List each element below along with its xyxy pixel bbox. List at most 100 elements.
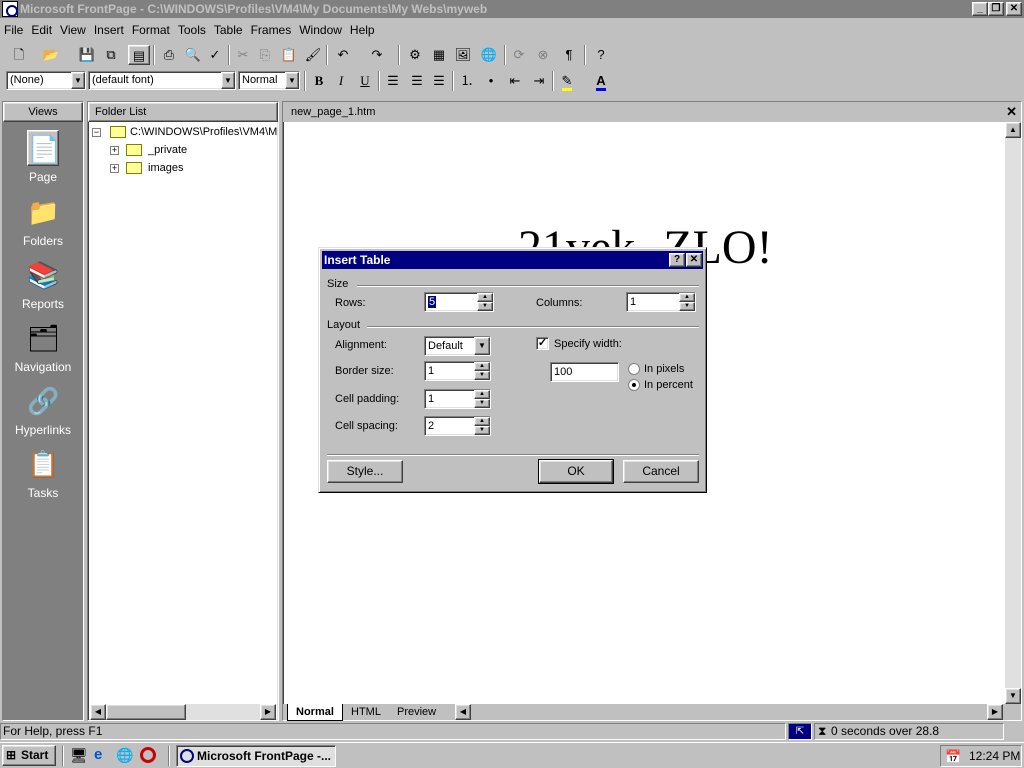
numbered-list-icon[interactable]: ⒈: [456, 71, 478, 91]
padding-spinner[interactable]: ▲ ▼: [474, 390, 490, 408]
spin-down-icon[interactable]: ▼: [679, 302, 695, 311]
font-color-icon[interactable]: A: [590, 71, 612, 91]
menu-help[interactable]: Help: [346, 20, 379, 41]
scroll-right-icon[interactable]: ▶: [987, 704, 1003, 720]
increase-indent-icon[interactable]: ⇥: [528, 71, 550, 91]
menu-format[interactable]: Format: [128, 20, 174, 41]
internet-explorer-icon[interactable]: e: [94, 746, 102, 763]
cell-spacing-input[interactable]: 2 ▲ ▼: [424, 416, 491, 436]
insert-table-icon[interactable]: ▦: [428, 45, 450, 65]
publish-icon[interactable]: ⧉: [100, 45, 122, 65]
scroll-right-icon[interactable]: ▶: [260, 704, 276, 720]
scroll-up-icon[interactable]: ▲: [1005, 122, 1021, 138]
insert-picture-icon[interactable]: 🖼: [452, 45, 474, 65]
view-tasks[interactable]: 📋 Tasks: [3, 446, 83, 506]
border-size-input[interactable]: 1 ▲ ▼: [424, 361, 491, 381]
view-page[interactable]: 📄 Page: [3, 130, 83, 190]
width-input[interactable]: 100: [550, 362, 619, 382]
dialog-close-button[interactable]: ✕: [686, 253, 702, 267]
align-center-icon[interactable]: ☰: [406, 71, 428, 91]
close-document-icon[interactable]: ✕: [1006, 104, 1017, 120]
document-tab[interactable]: new_page_1.htm: [283, 102, 1021, 122]
spin-up-icon[interactable]: ▲: [679, 293, 695, 302]
taskbar-frontpage-task[interactable]: Microsoft FrontPage -...: [176, 745, 336, 767]
spin-down-icon[interactable]: ▼: [474, 426, 490, 435]
view-navigation[interactable]: 🗂 Navigation: [3, 320, 83, 380]
columns-spinner[interactable]: ▲ ▼: [679, 293, 695, 311]
ok-button[interactable]: OK: [538, 459, 614, 484]
bold-button[interactable]: B: [308, 71, 330, 91]
frontpage-app-icon[interactable]: [2, 1, 18, 17]
clock[interactable]: 12:24 PM: [969, 749, 1020, 763]
menu-table[interactable]: Table: [210, 20, 247, 41]
menu-tools[interactable]: Tools: [174, 20, 210, 41]
cut-icon[interactable]: ✂: [232, 45, 254, 65]
scroll-down-icon[interactable]: ▼: [1005, 688, 1021, 704]
print-preview-icon[interactable]: 🔍: [182, 45, 204, 65]
view-hyperlinks[interactable]: 🔗 Hyperlinks: [3, 383, 83, 443]
spin-up-icon[interactable]: ▲: [474, 362, 490, 371]
tab-html[interactable]: HTML: [345, 704, 387, 720]
tab-normal[interactable]: Normal: [287, 704, 343, 721]
help-icon[interactable]: ?: [590, 45, 612, 65]
spacing-spinner[interactable]: ▲ ▼: [474, 417, 490, 435]
specify-width-checkbox[interactable]: ✓: [536, 337, 549, 350]
menu-edit[interactable]: Edit: [27, 20, 56, 41]
dialog-help-button[interactable]: ?: [669, 253, 685, 267]
new-page-icon[interactable]: 🗋: [8, 45, 30, 65]
chevron-down-icon[interactable]: ▼: [474, 337, 490, 355]
show-all-icon[interactable]: ¶: [558, 45, 580, 65]
channels-icon[interactable]: 🌐: [116, 747, 133, 764]
menu-window[interactable]: Window: [295, 20, 346, 41]
refresh-icon[interactable]: ⟳: [508, 45, 530, 65]
view-reports[interactable]: 📚 Reports: [3, 257, 83, 317]
undo-icon[interactable]: ↶: [332, 45, 354, 65]
alignment-select[interactable]: Default ▼: [424, 336, 491, 356]
editor-vscrollbar[interactable]: ▲ ▼: [1005, 122, 1021, 704]
font-dropdown[interactable]: (default font) ▼: [88, 71, 236, 90]
spin-up-icon[interactable]: ▲: [474, 390, 490, 399]
align-right-icon[interactable]: ☰: [428, 71, 450, 91]
scroll-left-icon[interactable]: ◀: [90, 704, 106, 720]
restore-button[interactable]: ❐: [988, 2, 1004, 16]
close-button[interactable]: ✕: [1006, 2, 1022, 16]
minimize-button[interactable]: _: [972, 2, 988, 16]
spin-down-icon[interactable]: ▼: [477, 302, 493, 311]
expand-icon[interactable]: +: [110, 146, 119, 155]
redo-icon[interactable]: ↷: [366, 45, 388, 65]
tab-preview[interactable]: Preview: [391, 704, 442, 720]
save-icon[interactable]: 💾: [76, 45, 98, 65]
menu-insert[interactable]: Insert: [90, 20, 128, 41]
paste-icon[interactable]: 📋: [278, 45, 300, 65]
in-pixels-radio[interactable]: [628, 363, 640, 375]
scroll-thumb[interactable]: [106, 704, 186, 720]
format-painter-icon[interactable]: 🖌: [302, 45, 324, 65]
underline-button[interactable]: U: [354, 71, 376, 91]
start-button[interactable]: ⊞ Start: [2, 745, 56, 766]
desktop-icon[interactable]: 🖥: [70, 747, 88, 764]
spin-up-icon[interactable]: ▲: [477, 293, 493, 302]
style-dropdown[interactable]: (None) ▼: [6, 71, 86, 90]
open-folder-icon[interactable]: 📂: [40, 45, 62, 65]
scheduler-icon[interactable]: 📅: [945, 747, 961, 767]
folder-list-toggle-icon[interactable]: ▤: [128, 45, 150, 65]
italic-button[interactable]: I: [330, 71, 352, 91]
hyperlink-icon[interactable]: 🌐: [478, 45, 500, 65]
cell-padding-input[interactable]: 1 ▲ ▼: [424, 389, 491, 409]
copy-icon[interactable]: ⎘: [254, 45, 276, 65]
in-percent-radio[interactable]: [628, 379, 640, 391]
spin-down-icon[interactable]: ▼: [474, 399, 490, 408]
decrease-indent-icon[interactable]: ⇤: [504, 71, 526, 91]
border-spinner[interactable]: ▲ ▼: [474, 362, 490, 380]
rows-input[interactable]: 5 ▲ ▼: [424, 292, 494, 312]
rows-spinner[interactable]: ▲ ▼: [477, 293, 493, 311]
view-folders[interactable]: 📁 Folders: [3, 194, 83, 254]
cancel-button[interactable]: Cancel: [623, 460, 699, 483]
insert-component-icon[interactable]: ⚙: [404, 45, 426, 65]
opera-icon[interactable]: [140, 747, 156, 763]
stop-icon[interactable]: ⊗: [532, 45, 554, 65]
columns-input[interactable]: 1 ▲ ▼: [626, 292, 696, 312]
menu-view[interactable]: View: [56, 20, 90, 41]
menu-file[interactable]: File: [0, 20, 27, 41]
menu-frames[interactable]: Frames: [247, 20, 296, 41]
